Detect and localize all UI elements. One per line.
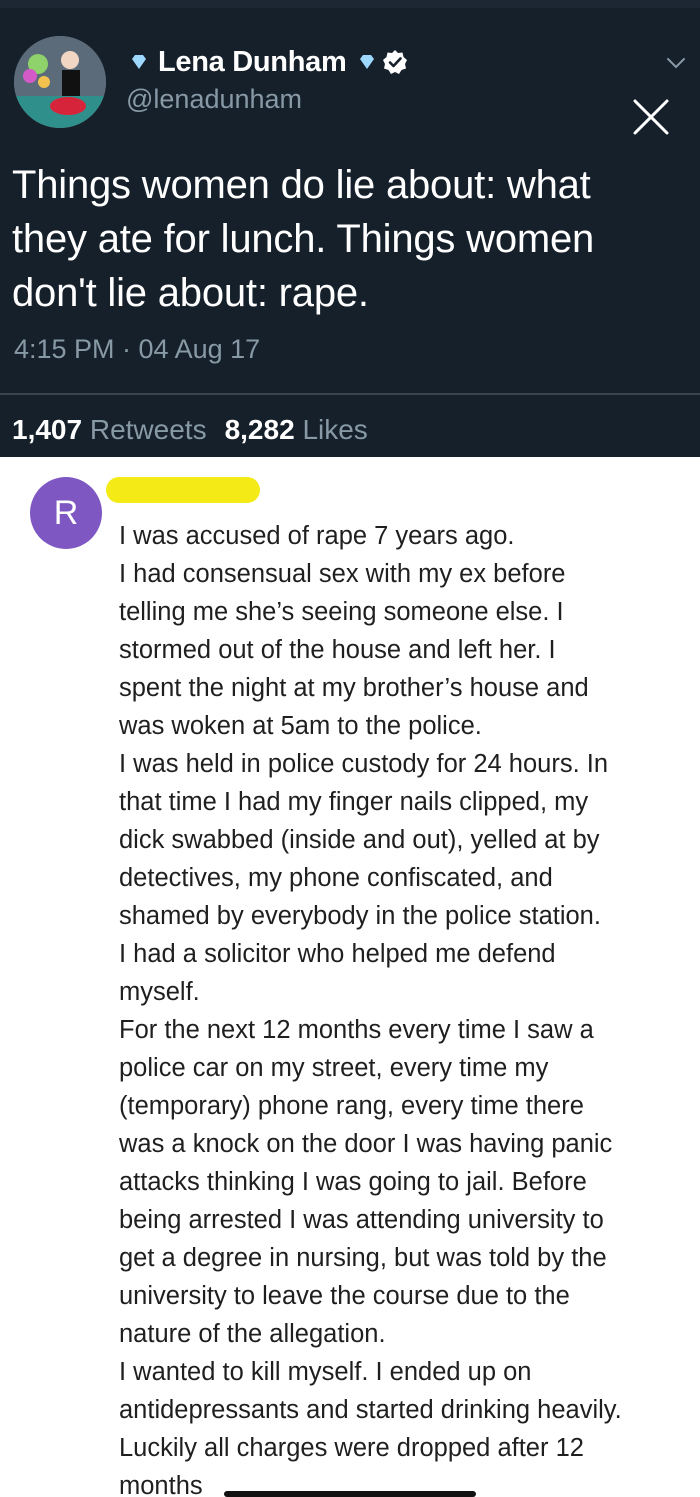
reply-line: stormed out of the house and left her. I xyxy=(119,636,556,664)
tweet-timestamp[interactable]: 4:15 PM · 04 Aug 17 xyxy=(14,334,260,365)
user-handle[interactable]: @lenadunham xyxy=(126,84,408,115)
reply-line: shamed by everybody in the police statio… xyxy=(119,902,601,930)
tweet-text-line: they ate for lunch. Things women xyxy=(12,217,595,261)
reply-line: nature of the allegation. xyxy=(119,1320,386,1348)
reply-line: antidepressants and started drinking hea… xyxy=(119,1396,622,1424)
reply-line: dick swabbed (inside and out), yelled at… xyxy=(119,826,600,854)
diamond-emoji-icon xyxy=(360,55,375,69)
user-info: Lena Dunham @lenadunham xyxy=(124,44,408,115)
reply-line: For the next 12 months every time I saw … xyxy=(119,1016,594,1044)
verified-badge-icon xyxy=(383,50,408,74)
reply-line: telling me she’s seeing someone else. I xyxy=(119,598,564,626)
reply-line: I was held in police custody for 24 hour… xyxy=(119,750,609,778)
reply-line: was a knock on the door I was having pan… xyxy=(119,1130,613,1158)
reply-line: I had consensual sex with my ex before xyxy=(119,560,566,588)
reply-line: university to leave the course due to th… xyxy=(119,1282,570,1310)
home-indicator-bar xyxy=(224,1491,476,1497)
reply-line: spent the night at my brother’s house an… xyxy=(119,674,589,702)
tweet-text: Things women do lie about: what they ate… xyxy=(12,158,692,320)
redacted-username xyxy=(106,477,260,503)
reply-line: myself. xyxy=(119,978,200,1006)
avatar[interactable] xyxy=(14,36,106,128)
retweets-label[interactable]: Retweets xyxy=(90,414,207,445)
reply-card: R I was accused of rape 7 years ago. I h… xyxy=(0,457,700,1497)
chevron-down-icon[interactable] xyxy=(666,56,686,70)
tweet-stats: 1,407 Retweets 8,282 Likes xyxy=(12,414,368,446)
tweet-card: Lena Dunham @lenadunham Things women do … xyxy=(0,0,700,457)
retweets-count[interactable]: 1,407 xyxy=(12,414,82,445)
reply-line: was woken at 5am to the police. xyxy=(119,712,482,740)
reply-line: being arrested I was attending universit… xyxy=(119,1206,604,1234)
divider xyxy=(0,393,700,395)
close-icon[interactable] xyxy=(632,98,670,136)
reply-line: detectives, my phone confiscated, and xyxy=(119,864,553,892)
reply-line: attacks thinking I was going to jail. Be… xyxy=(119,1168,587,1196)
reply-line: I was accused of rape 7 years ago. xyxy=(119,522,515,550)
likes-label[interactable]: Likes xyxy=(302,414,367,445)
reply-avatar[interactable]: R xyxy=(30,477,102,549)
reply-line: police car on my street, every time my xyxy=(119,1054,549,1082)
reply-line: get a degree in nursing, but was told by… xyxy=(119,1244,607,1272)
tweet-text-line: don't lie about: rape. xyxy=(12,271,369,315)
reply-line: I wanted to kill myself. I ended up on xyxy=(119,1358,532,1386)
diamond-emoji-icon xyxy=(132,55,146,69)
reply-text: I was accused of rape 7 years ago. I had… xyxy=(119,517,689,1497)
reply-line: that time I had my finger nails clipped,… xyxy=(119,788,589,816)
reply-line: Luckily all charges were dropped after 1… xyxy=(119,1434,584,1462)
reply-line: I had a solicitor who helped me defend xyxy=(119,940,556,968)
top-edge xyxy=(0,0,700,8)
display-name[interactable]: Lena Dunham xyxy=(158,46,347,79)
likes-count[interactable]: 8,282 xyxy=(225,414,295,445)
reply-line: (temporary) phone rang, every time there xyxy=(119,1092,584,1120)
tweet-text-line: Things women do lie about: what xyxy=(12,163,591,207)
